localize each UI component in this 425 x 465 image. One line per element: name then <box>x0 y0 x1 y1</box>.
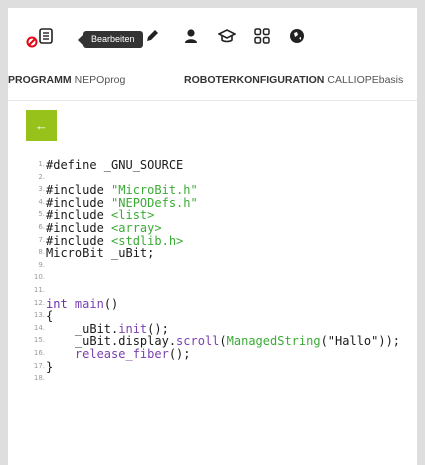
line-number: 15. <box>33 336 45 345</box>
tab-program-label: PROGRAMM <box>8 74 72 86</box>
top-toolbar: Bearbeiten <box>8 8 417 60</box>
code-text: release_fiber(); <box>46 348 191 361</box>
editor-panel: Bearbeiten PROGRAMM NEPOprog ROBOTERKONFI… <box>8 8 417 465</box>
line-number: 7. <box>38 235 45 244</box>
line-number: 8. <box>38 248 45 257</box>
code-token: () <box>103 296 119 311</box>
code-line: 12. int main() <box>28 296 417 311</box>
code-line: 10. <box>28 272 417 285</box>
line-number: 9. <box>38 260 45 269</box>
line-number: 6. <box>38 222 45 231</box>
disconnected-icon[interactable] <box>26 35 38 48</box>
graduation-cap-icon[interactable] <box>217 28 237 46</box>
code-line: 9. <box>28 260 417 273</box>
tab-robot-config[interactable]: ROBOTERKONFIGURATION CALLIOPEbasis <box>184 60 403 100</box>
line-number: 4. <box>38 197 45 206</box>
code-line: 16. release_fiber(); <box>28 348 417 361</box>
code-text: #define _GNU_SOURCE <box>46 159 183 172</box>
code-token: MicroBit _uBit; <box>46 246 155 261</box>
line-number: 5. <box>38 210 45 219</box>
edit-icon[interactable] <box>144 28 162 46</box>
code-text: } <box>46 359 54 374</box>
code-line: 18. <box>28 373 417 386</box>
code-line: 8. MicroBit _uBit; <box>28 247 417 260</box>
line-number: 1. <box>38 160 45 168</box>
code-token: release_fiber <box>74 346 169 361</box>
code-token: ManagedString <box>226 334 321 349</box>
edit-tooltip: Bearbeiten <box>78 31 143 48</box>
back-button[interactable]: ← <box>26 110 57 141</box>
code-token: main <box>74 296 104 311</box>
code-text: MicroBit _uBit; <box>46 247 154 260</box>
code-text: int main() <box>46 296 119 311</box>
line-number: 3. <box>38 185 45 194</box>
gallery-icon[interactable] <box>254 28 272 46</box>
code-token: ("Hallo")); <box>320 334 401 349</box>
line-number: 12. <box>33 298 45 307</box>
line-number: 11. <box>33 285 45 294</box>
code-line: 1. #define _GNU_SOURCE <box>28 159 417 172</box>
line-number: 10. <box>33 273 45 282</box>
code-token: #define _GNU_SOURCE <box>46 158 184 172</box>
line-number: 18. <box>33 374 45 383</box>
code-token: ( <box>219 334 227 349</box>
user-icon[interactable] <box>184 28 202 46</box>
line-number: 16. <box>33 348 45 357</box>
code-line: 17.} <box>28 359 417 374</box>
config-tabs: PROGRAMM NEPOprog ROBOTERKONFIGURATION CAL… <box>8 60 417 101</box>
tab-program[interactable]: PROGRAMM NEPOprog <box>8 60 125 100</box>
program-doc-icon[interactable] <box>39 28 57 46</box>
line-number: 17. <box>33 361 45 370</box>
line-number: 2. <box>38 172 45 181</box>
tab-robot-config-value: CALLIOPEbasis <box>327 74 404 86</box>
code-token: } <box>46 359 54 374</box>
code-token: (); <box>168 346 191 361</box>
tab-robot-config-label: ROBOTERKONFIGURATION <box>184 74 325 86</box>
line-number: 13. <box>33 311 45 320</box>
tab-program-value: NEPOprog <box>74 74 126 86</box>
code-editor[interactable]: 1. #define _GNU_SOURCE 2. 3. #include "Micro… <box>28 159 417 386</box>
line-number: 14. <box>33 323 45 332</box>
globe-icon[interactable] <box>289 28 307 46</box>
